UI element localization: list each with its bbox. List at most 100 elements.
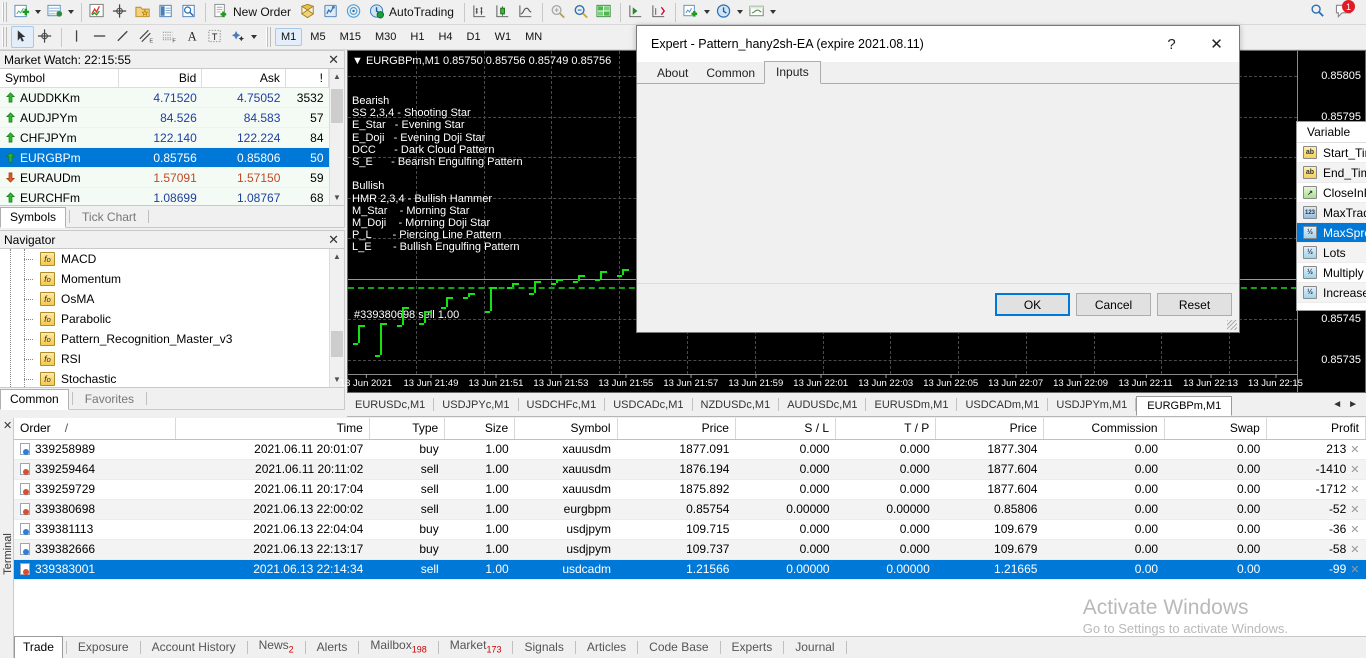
shapes-tool[interactable] — [227, 26, 260, 48]
mw-col-symbol[interactable]: Symbol — [0, 69, 119, 88]
terminal-tab-trade[interactable]: Trade — [14, 636, 63, 658]
order-col-sl[interactable]: S / L — [735, 418, 837, 440]
order-col-price[interactable]: Price — [935, 418, 1044, 440]
chart-tab-usdcadc[interactable]: USDCADc,M1 — [605, 396, 691, 414]
timeframe-h4[interactable]: H4 — [432, 28, 458, 46]
toolbar-grip-3[interactable] — [266, 27, 273, 47]
scroll-up-icon[interactable]: ▲ — [330, 69, 344, 84]
scroll-down-icon[interactable]: ▼ — [330, 190, 344, 205]
close-icon[interactable]: ✕ — [328, 232, 339, 247]
terminal-tab-news[interactable]: News2 — [251, 635, 302, 658]
close-order-icon[interactable]: ✕ — [1346, 524, 1359, 536]
chart-tab-eurusdc[interactable]: EURUSDc,M1 — [347, 396, 433, 414]
dialog-resize-handle[interactable] — [1227, 320, 1237, 330]
order-col-profit[interactable]: Profit — [1266, 418, 1366, 440]
navigator-button[interactable] — [132, 1, 155, 23]
order-col-time[interactable]: Time — [175, 418, 370, 440]
chevron-down-icon[interactable] — [35, 10, 41, 14]
market-watch-row[interactable]: EURAUDm 1.57091 1.57150 59 — [0, 167, 329, 188]
zoom-in-button[interactable] — [547, 1, 570, 23]
terminal-button[interactable] — [155, 1, 178, 23]
close-icon[interactable]: ✕ — [3, 419, 12, 432]
crosshair-tool[interactable] — [34, 26, 57, 48]
chart-tab-usdcadm[interactable]: USDCADm,M1 — [957, 396, 1047, 414]
search-icon[interactable] — [1310, 3, 1325, 21]
close-order-icon[interactable]: ✕ — [1346, 544, 1359, 556]
candle-chart-button[interactable] — [492, 1, 515, 23]
terminal-tab-exposure[interactable]: Exposure — [70, 637, 137, 658]
chart-tabs-prev-icon[interactable]: ◄ — [1332, 399, 1342, 410]
navigator-item[interactable]: f o MACD — [0, 249, 329, 269]
line-chart-button[interactable] — [515, 1, 538, 23]
timeframe-m30[interactable]: M30 — [369, 28, 402, 46]
timeframe-d1[interactable]: D1 — [461, 28, 487, 46]
timeframe-m5[interactable]: M5 — [304, 28, 331, 46]
input-variable-row[interactable]: ½MaxSpread25.0 — [1297, 223, 1366, 243]
nav-tab-favorites[interactable]: Favorites — [76, 390, 143, 409]
bar-chart-button[interactable] — [469, 1, 492, 23]
terminal-tab-signals[interactable]: Signals — [516, 637, 571, 658]
data-window-button[interactable] — [109, 1, 132, 23]
profiles-button[interactable] — [44, 1, 77, 23]
mw-col-ask[interactable]: Ask — [201, 69, 286, 88]
new-order-button[interactable]: New Order — [210, 1, 297, 23]
terminal-tab-mailbox[interactable]: Mailbox198 — [362, 635, 434, 658]
close-icon[interactable]: ✕ — [328, 52, 339, 67]
signals-button[interactable] — [343, 1, 366, 23]
input-variable-row[interactable]: ½Multiply0.0 — [1297, 263, 1366, 283]
scroll-up-icon[interactable]: ▲ — [330, 249, 344, 264]
terminal-tab-market[interactable]: Market173 — [442, 635, 510, 658]
chart-tab-usdjpym[interactable]: USDJPYm,M1 — [1048, 396, 1135, 414]
text-tool[interactable]: A — [181, 26, 204, 48]
mw-col-[interactable]: ! — [285, 69, 329, 88]
dialog-tab-inputs[interactable]: Inputs — [764, 61, 821, 84]
periods-button[interactable] — [713, 1, 746, 23]
market-watch-row[interactable]: AUDJPYm 84.526 84.583 57 — [0, 107, 329, 128]
table-row[interactable]: 339259464 2021.06.11 20:11:02 sell 1.00 xauu… — [14, 459, 1366, 480]
order-col-order[interactable]: Order / — [14, 418, 177, 440]
input-variable-row[interactable]: abEnd_Time23:59 — [1297, 163, 1366, 183]
chart-tab-eurusdm[interactable]: EURUSDm,M1 — [866, 396, 956, 414]
zoom-out-button[interactable] — [570, 1, 593, 23]
alerts-icon[interactable]: 1 — [1335, 0, 1355, 21]
terminal-tab-code-base[interactable]: Code Base — [641, 637, 716, 658]
inputs-variable-grid[interactable]: Variable Value abStart_Time00:00abEnd_Ti… — [1296, 121, 1366, 311]
auto-scroll-button[interactable] — [625, 1, 648, 23]
trendline-tool[interactable] — [112, 26, 135, 48]
input-variable-row[interactable]: ½Lots1.0 — [1297, 243, 1366, 263]
dialog-tab-about[interactable]: About — [648, 63, 697, 83]
reset-button[interactable]: Reset — [1157, 293, 1232, 316]
equidistant-channel-tool[interactable]: E — [135, 26, 158, 48]
metaeditor-button[interactable] — [297, 1, 320, 23]
autotrading-button[interactable]: AutoTrading — [366, 1, 460, 23]
scroll-thumb[interactable] — [331, 331, 343, 357]
table-row[interactable]: 339382666 2021.06.13 22:13:17 buy 1.00 usdjp… — [14, 539, 1366, 560]
toolbar-grip[interactable] — [2, 2, 9, 22]
terminal-tab-journal[interactable]: Journal — [787, 637, 842, 658]
chart-tab-eurgbpm[interactable]: EURGBPm,M1 — [1136, 395, 1233, 416]
templates-button[interactable] — [746, 1, 779, 23]
dialog-titlebar[interactable]: Expert - Pattern_hany2sh-EA (expire 2021… — [637, 26, 1239, 62]
horizontal-line-tool[interactable] — [89, 26, 112, 48]
navigator-item[interactable]: f o Parabolic — [0, 309, 329, 329]
navigator-item[interactable]: f o RSI — [0, 349, 329, 369]
market-watch-row[interactable]: EURCHFm 1.08699 1.08767 68 — [0, 187, 329, 205]
order-col-size[interactable]: Size — [444, 418, 516, 440]
cancel-button[interactable]: Cancel — [1076, 293, 1151, 316]
close-icon[interactable]: ✕ — [1194, 29, 1239, 59]
terminal-tab-articles[interactable]: Articles — [579, 637, 634, 658]
table-row[interactable]: 339258989 2021.06.11 20:01:07 buy 1.00 xauus… — [14, 439, 1366, 460]
market-watch-row[interactable]: CHFJPYm 122.140 122.224 84 — [0, 127, 329, 148]
mw-tab-symbols[interactable]: Symbols — [0, 207, 67, 228]
order-col-symbol[interactable]: Symbol — [514, 418, 618, 440]
chart-time-axis[interactable]: 13 Jun 2021 13 Jun 21:49 13 Jun 21:51 13 Ju… — [340, 374, 1303, 392]
chart-tab-usdjpyc[interactable]: USDJPYc,M1 — [434, 396, 517, 414]
timeframe-m15[interactable]: M15 — [334, 28, 367, 46]
close-order-icon[interactable]: ✕ — [1346, 464, 1359, 476]
timeframe-w1[interactable]: W1 — [489, 28, 518, 46]
order-col-price[interactable]: Price — [617, 418, 736, 440]
dialog-tab-common[interactable]: Common — [697, 63, 764, 83]
toolbar-grip-2[interactable] — [2, 27, 9, 47]
input-variable-row[interactable]: abStart_Time00:00 — [1297, 143, 1366, 163]
table-row[interactable]: 339383001 2021.06.13 22:14:34 sell 1.00 usdc… — [14, 559, 1366, 580]
